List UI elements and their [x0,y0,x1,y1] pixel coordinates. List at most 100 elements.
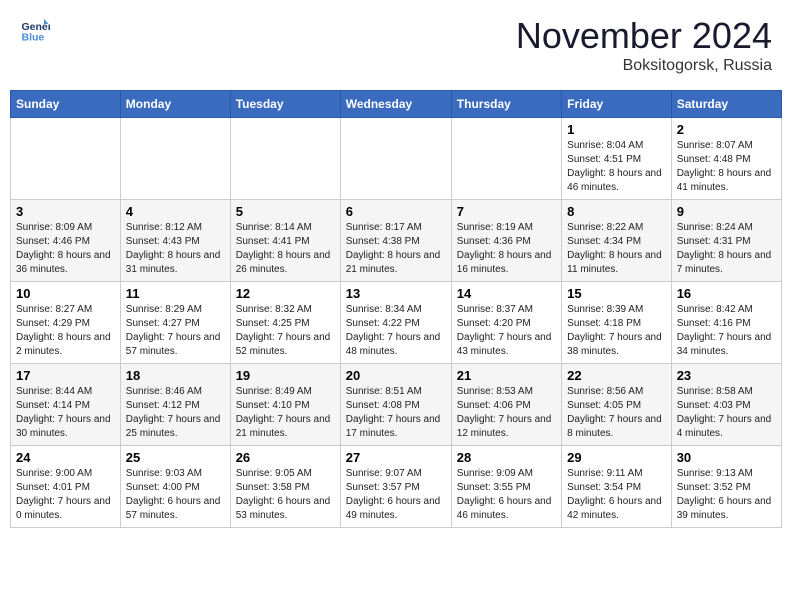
day-number: 10 [16,286,115,301]
day-info: Sunrise: 8:44 AM Sunset: 4:14 PM Dayligh… [16,385,115,441]
column-header-saturday: Saturday [671,91,781,118]
day-number: 3 [16,204,115,219]
day-info: Sunrise: 8:56 AM Sunset: 4:05 PM Dayligh… [567,385,666,441]
day-number: 8 [567,204,666,219]
day-number: 16 [677,286,776,301]
day-info: Sunrise: 8:29 AM Sunset: 4:27 PM Dayligh… [126,303,225,359]
calendar-cell [11,118,121,200]
day-number: 27 [346,450,446,465]
day-info: Sunrise: 8:14 AM Sunset: 4:41 PM Dayligh… [236,221,335,277]
day-info: Sunrise: 9:05 AM Sunset: 3:58 PM Dayligh… [236,467,335,523]
calendar-cell: 9 Sunrise: 8:24 AM Sunset: 4:31 PM Daylig… [671,200,781,282]
column-header-tuesday: Tuesday [230,91,340,118]
logo: General Blue [20,15,50,45]
calendar-cell: 3 Sunrise: 8:09 AM Sunset: 4:46 PM Daylig… [11,200,121,282]
day-number: 26 [236,450,335,465]
day-number: 24 [16,450,115,465]
day-number: 6 [346,204,446,219]
column-header-sunday: Sunday [11,91,121,118]
calendar-cell: 10Sunrise: 8:27 AM Sunset: 4:29 PM Dayli… [11,282,121,364]
calendar-week-row: 3 Sunrise: 8:09 AM Sunset: 4:46 PM Daylig… [11,200,782,282]
calendar-cell: 19Sunrise: 8:49 AM Sunset: 4:10 PM Dayli… [230,364,340,446]
calendar-cell [230,118,340,200]
calendar-cell: 1Sunrise: 8:04 AM Sunset: 4:51 PM Daylig… [562,118,672,200]
calendar-cell: 2Sunrise: 8:07 AM Sunset: 4:48 PM Daylig… [671,118,781,200]
calendar-cell: 13 Sunrise: 8:34 AM Sunset: 4:22 PM Dayli… [340,282,451,364]
calendar-cell [340,118,451,200]
day-number: 29 [567,450,666,465]
day-info: Sunrise: 8:22 AM Sunset: 4:34 PM Dayligh… [567,221,666,277]
day-number: 19 [236,368,335,383]
day-info: Sunrise: 8:58 AM Sunset: 4:03 PM Dayligh… [677,385,776,441]
day-number: 21 [457,368,556,383]
day-info: Sunrise: 8:24 AM Sunset: 4:31 PM Dayligh… [677,221,776,277]
column-header-wednesday: Wednesday [340,91,451,118]
calendar-week-row: 24 Sunrise: 9:00 AM Sunset: 4:01 PM Dayli… [11,446,782,528]
calendar-cell [120,118,230,200]
logo-icon: General Blue [20,15,50,45]
day-info: Sunrise: 9:09 AM Sunset: 3:55 PM Dayligh… [457,467,556,523]
calendar-week-row: 17Sunrise: 8:44 AM Sunset: 4:14 PM Dayli… [11,364,782,446]
day-info: Sunrise: 8:04 AM Sunset: 4:51 PM Dayligh… [567,139,666,195]
day-number: 23 [677,368,776,383]
day-number: 25 [126,450,225,465]
day-number: 15 [567,286,666,301]
calendar-cell: 26 Sunrise: 9:05 AM Sunset: 3:58 PM Dayli… [230,446,340,528]
calendar-cell: 20Sunrise: 8:51 AM Sunset: 4:08 PM Dayli… [340,364,451,446]
calendar-cell: 30Sunrise: 9:13 AM Sunset: 3:52 PM Dayli… [671,446,781,528]
calendar-cell: 24 Sunrise: 9:00 AM Sunset: 4:01 PM Dayli… [11,446,121,528]
day-info: Sunrise: 8:32 AM Sunset: 4:25 PM Dayligh… [236,303,335,359]
column-header-friday: Friday [562,91,672,118]
location: Boksitogorsk, Russia [516,57,772,75]
day-info: Sunrise: 8:51 AM Sunset: 4:08 PM Dayligh… [346,385,446,441]
calendar-cell: 4Sunrise: 8:12 AM Sunset: 4:43 PM Daylig… [120,200,230,282]
day-info: Sunrise: 8:53 AM Sunset: 4:06 PM Dayligh… [457,385,556,441]
day-info: Sunrise: 8:34 AM Sunset: 4:22 PM Dayligh… [346,303,446,359]
calendar-cell: 5 Sunrise: 8:14 AM Sunset: 4:41 PM Daylig… [230,200,340,282]
day-info: Sunrise: 9:11 AM Sunset: 3:54 PM Dayligh… [567,467,666,523]
calendar-cell: 12 Sunrise: 8:32 AM Sunset: 4:25 PM Dayli… [230,282,340,364]
day-number: 18 [126,368,225,383]
column-header-monday: Monday [120,91,230,118]
calendar-cell: 21 Sunrise: 8:53 AM Sunset: 4:06 PM Dayli… [451,364,561,446]
calendar-cell: 18 Sunrise: 8:46 AM Sunset: 4:12 PM Dayli… [120,364,230,446]
day-info: Sunrise: 8:39 AM Sunset: 4:18 PM Dayligh… [567,303,666,359]
calendar-cell: 28 Sunrise: 9:09 AM Sunset: 3:55 PM Dayli… [451,446,561,528]
calendar-week-row: 10Sunrise: 8:27 AM Sunset: 4:29 PM Dayli… [11,282,782,364]
calendar-table: SundayMondayTuesdayWednesdayThursdayFrid… [10,90,782,528]
day-info: Sunrise: 8:19 AM Sunset: 4:36 PM Dayligh… [457,221,556,277]
calendar-cell: 23 Sunrise: 8:58 AM Sunset: 4:03 PM Dayli… [671,364,781,446]
calendar-cell: 16 Sunrise: 8:42 AM Sunset: 4:16 PM Dayli… [671,282,781,364]
month-title: November 2024 [516,15,772,57]
calendar-cell: 8 Sunrise: 8:22 AM Sunset: 4:34 PM Daylig… [562,200,672,282]
day-number: 5 [236,204,335,219]
day-info: Sunrise: 9:03 AM Sunset: 4:00 PM Dayligh… [126,467,225,523]
day-info: Sunrise: 8:42 AM Sunset: 4:16 PM Dayligh… [677,303,776,359]
day-number: 4 [126,204,225,219]
day-info: Sunrise: 8:37 AM Sunset: 4:20 PM Dayligh… [457,303,556,359]
day-number: 14 [457,286,556,301]
calendar-cell: 11 Sunrise: 8:29 AM Sunset: 4:27 PM Dayli… [120,282,230,364]
day-number: 13 [346,286,446,301]
day-info: Sunrise: 8:17 AM Sunset: 4:38 PM Dayligh… [346,221,446,277]
day-info: Sunrise: 9:13 AM Sunset: 3:52 PM Dayligh… [677,467,776,523]
day-info: Sunrise: 8:09 AM Sunset: 4:46 PM Dayligh… [16,221,115,277]
calendar-cell: 17Sunrise: 8:44 AM Sunset: 4:14 PM Dayli… [11,364,121,446]
day-number: 2 [677,122,776,137]
calendar-cell: 29 Sunrise: 9:11 AM Sunset: 3:54 PM Dayli… [562,446,672,528]
calendar-cell: 7 Sunrise: 8:19 AM Sunset: 4:36 PM Daylig… [451,200,561,282]
day-info: Sunrise: 8:46 AM Sunset: 4:12 PM Dayligh… [126,385,225,441]
calendar-cell [451,118,561,200]
column-header-thursday: Thursday [451,91,561,118]
day-number: 11 [126,286,225,301]
day-number: 7 [457,204,556,219]
calendar-week-row: 1Sunrise: 8:04 AM Sunset: 4:51 PM Daylig… [11,118,782,200]
day-number: 9 [677,204,776,219]
svg-text:Blue: Blue [22,32,45,44]
day-number: 28 [457,450,556,465]
calendar-cell: 14 Sunrise: 8:37 AM Sunset: 4:20 PM Dayli… [451,282,561,364]
title-section: November 2024 Boksitogorsk, Russia [516,15,772,75]
day-info: Sunrise: 9:00 AM Sunset: 4:01 PM Dayligh… [16,467,115,523]
day-number: 12 [236,286,335,301]
calendar-cell: 15 Sunrise: 8:39 AM Sunset: 4:18 PM Dayli… [562,282,672,364]
